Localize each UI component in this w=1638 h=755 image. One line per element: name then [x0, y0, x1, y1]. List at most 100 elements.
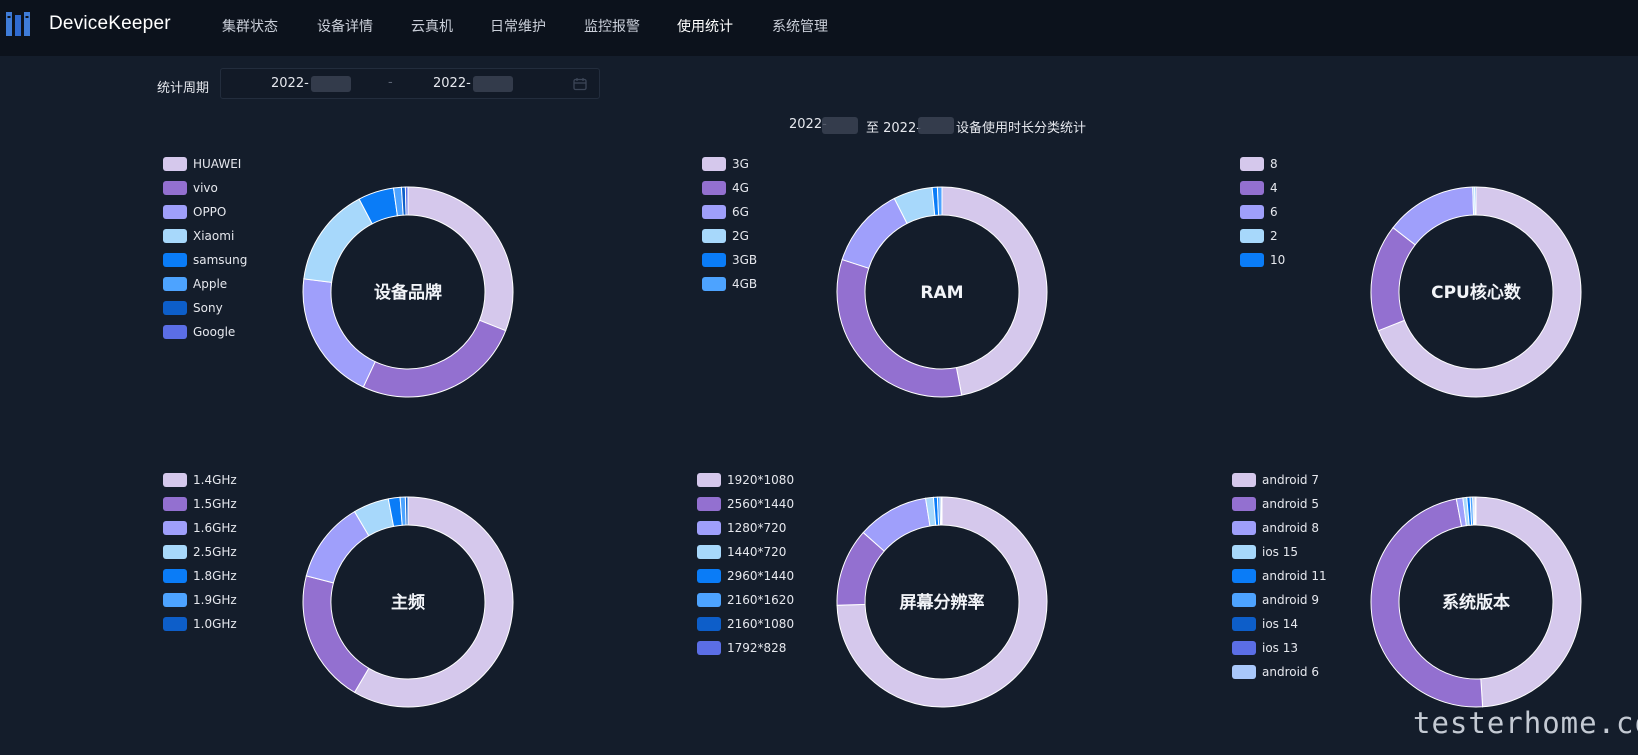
legend-label: 8	[1270, 157, 1278, 171]
donut-slice[interactable]	[1474, 496, 1477, 526]
nav-item-2[interactable]: 云真机	[411, 16, 453, 36]
calendar-icon[interactable]	[573, 77, 587, 91]
legend-swatch	[1232, 473, 1256, 487]
nav-item-0[interactable]: 集群状态	[222, 16, 278, 36]
legend-label: 3GB	[732, 253, 758, 267]
legend-label: android 7	[1262, 473, 1319, 487]
donut-center-title: CPU核心数	[1431, 282, 1522, 303]
donut-slice[interactable]	[1392, 186, 1475, 246]
legend-item[interactable]: 1920*1080	[697, 473, 794, 487]
report-end-redacted	[918, 117, 954, 134]
legend-item[interactable]: ios 15	[1232, 545, 1298, 559]
legend-swatch	[1232, 593, 1256, 607]
legend-item[interactable]: 1.8GHz	[163, 569, 237, 583]
legend-swatch	[697, 617, 721, 631]
legend-item[interactable]: 2960*1440	[697, 569, 794, 583]
donut-slice[interactable]	[305, 510, 370, 584]
legend-item[interactable]: 2560*1440	[697, 497, 794, 511]
donut-slice[interactable]	[404, 496, 409, 526]
legend-item[interactable]: 2G	[702, 229, 749, 243]
legend-item[interactable]: 2.5GHz	[163, 545, 237, 559]
donut-slice[interactable]	[936, 186, 943, 216]
legend-item[interactable]: 3G	[702, 157, 749, 171]
legend-item[interactable]: 4G	[702, 181, 749, 195]
nav-item-4[interactable]: 监控报警	[584, 16, 640, 36]
legend-swatch	[702, 181, 726, 195]
legend-item[interactable]: 1792*828	[697, 641, 786, 655]
legend-item[interactable]: android 5	[1232, 497, 1319, 511]
end-date-input[interactable]: 2022-	[433, 76, 471, 91]
donut-slice[interactable]	[940, 496, 943, 526]
legend-item[interactable]: 1.5GHz	[163, 497, 237, 511]
legend-item[interactable]: 10	[1240, 253, 1285, 267]
donut-slice[interactable]	[302, 575, 370, 694]
legend-item[interactable]: 2160*1080	[697, 617, 794, 631]
legend-item[interactable]: HUAWEI	[163, 157, 241, 171]
donut-slice[interactable]	[1474, 186, 1477, 216]
legend-label: 4	[1270, 181, 1278, 195]
legend-swatch	[163, 593, 187, 607]
legend-item[interactable]: 1280*720	[697, 521, 786, 535]
legend-item[interactable]: ios 14	[1232, 617, 1298, 631]
legend-swatch	[163, 277, 187, 291]
legend-item[interactable]: 1.0GHz	[163, 617, 237, 631]
legend-item[interactable]: 4GB	[702, 277, 757, 291]
donut-slice[interactable]	[302, 278, 376, 388]
donut-slice[interactable]	[1370, 226, 1416, 332]
legend-item[interactable]: 6	[1240, 205, 1278, 219]
nav-item-1[interactable]: 设备详情	[317, 16, 373, 36]
legend-label: 2560*1440	[727, 497, 795, 511]
legend-item[interactable]: android 9	[1232, 593, 1319, 607]
donut-center-title: 屏幕分辨率	[900, 592, 985, 613]
legend-swatch	[163, 181, 187, 195]
legend-label: 2G	[732, 229, 749, 243]
legend-swatch	[1240, 157, 1264, 171]
donut-slice[interactable]	[362, 319, 507, 398]
legend-item[interactable]: Sony	[163, 301, 223, 315]
legend-item[interactable]: 4	[1240, 181, 1278, 195]
legend-swatch	[163, 301, 187, 315]
donut-slice[interactable]	[407, 186, 514, 332]
donut-center-title: 设备品牌	[374, 282, 442, 303]
donut-slice[interactable]	[303, 198, 373, 283]
nav-item-3[interactable]: 日常维护	[490, 16, 546, 36]
legend-swatch	[697, 593, 721, 607]
nav-item-6[interactable]: 系统管理	[772, 16, 828, 36]
legend-swatch	[697, 473, 721, 487]
legend-item[interactable]: 1.9GHz	[163, 593, 237, 607]
legend-item[interactable]: 1440*720	[697, 545, 786, 559]
legend-item[interactable]: 3GB	[702, 253, 757, 267]
report-title-end: 设备使用时长分类统计	[956, 121, 1087, 136]
legend-swatch	[697, 569, 721, 583]
legend-item[interactable]: 2	[1240, 229, 1278, 243]
legend-item[interactable]: Apple	[163, 277, 227, 291]
legend-item[interactable]: vivo	[163, 181, 218, 195]
bookshelf-icon[interactable]	[6, 11, 34, 37]
legend-item[interactable]: android 6	[1232, 665, 1319, 679]
legend-item[interactable]: 2160*1620	[697, 593, 794, 607]
nav-item-5[interactable]: 使用统计	[677, 16, 733, 36]
legend-item[interactable]: samsung	[163, 253, 247, 267]
report-title-mid: 至 2022-	[866, 121, 921, 136]
legend-label: HUAWEI	[193, 157, 242, 171]
legend-item[interactable]: 1.4GHz	[163, 473, 237, 487]
start-date-input[interactable]: 2022-	[271, 76, 309, 91]
donut-slice[interactable]	[404, 186, 409, 216]
donut-slice[interactable]	[841, 197, 908, 269]
legend-item[interactable]: android 8	[1232, 521, 1319, 535]
legend-item[interactable]: ios 13	[1232, 641, 1298, 655]
date-range-picker[interactable]: 2022- - 2022-	[220, 68, 600, 99]
donut-center-title: 主频	[391, 592, 425, 613]
legend-item[interactable]: 8	[1240, 157, 1278, 171]
legend-item[interactable]: 1.6GHz	[163, 521, 237, 535]
legend-item[interactable]: OPPO	[163, 205, 226, 219]
legend-item[interactable]: android 11	[1232, 569, 1327, 583]
legend-label: Google	[193, 325, 236, 339]
legend-item[interactable]: android 7	[1232, 473, 1319, 487]
brand-name[interactable]: DeviceKeeper	[49, 13, 171, 35]
legend-item[interactable]: Google	[163, 325, 235, 339]
legend-item[interactable]: Xiaomi	[163, 229, 234, 243]
legend-item[interactable]: 6G	[702, 205, 749, 219]
donut-slice[interactable]	[836, 258, 963, 398]
legend-label: 1280*720	[727, 521, 787, 535]
